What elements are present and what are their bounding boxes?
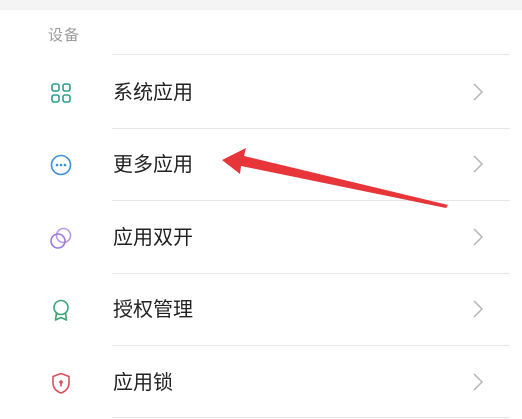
list-item-label: 应用锁 bbox=[113, 370, 173, 394]
list-item-dual-apps[interactable]: 应用双开 bbox=[0, 201, 522, 273]
chevron-right-icon bbox=[470, 81, 486, 103]
list-item-system-apps[interactable]: 系统应用 bbox=[0, 56, 522, 128]
divider bbox=[112, 417, 510, 418]
dual-app-icon bbox=[48, 225, 74, 251]
chevron-right-icon bbox=[470, 371, 486, 393]
list-item-app-lock[interactable]: 应用锁 bbox=[0, 346, 522, 418]
chevron-right-icon bbox=[470, 226, 486, 248]
badge-award-icon bbox=[48, 297, 74, 323]
top-strip bbox=[0, 0, 522, 10]
list-item-label: 更多应用 bbox=[113, 152, 193, 176]
chevron-right-icon bbox=[470, 298, 486, 320]
divider bbox=[112, 54, 510, 55]
shield-lock-icon bbox=[48, 370, 74, 396]
list-item-permissions[interactable]: 授权管理 bbox=[0, 273, 522, 345]
section-header-devices: 设备 bbox=[48, 26, 81, 44]
grid-apps-icon bbox=[48, 80, 74, 106]
list-item-label: 系统应用 bbox=[113, 80, 193, 104]
list-item-label: 授权管理 bbox=[113, 297, 193, 321]
list-item-more-apps[interactable]: 更多应用 bbox=[0, 128, 522, 200]
settings-page: 设备 系统应用 更多应用 应用双开 授权管理 应用锁 bbox=[0, 0, 522, 419]
chevron-right-icon bbox=[470, 153, 486, 175]
more-dots-icon bbox=[48, 152, 74, 178]
list-item-label: 应用双开 bbox=[113, 225, 193, 249]
